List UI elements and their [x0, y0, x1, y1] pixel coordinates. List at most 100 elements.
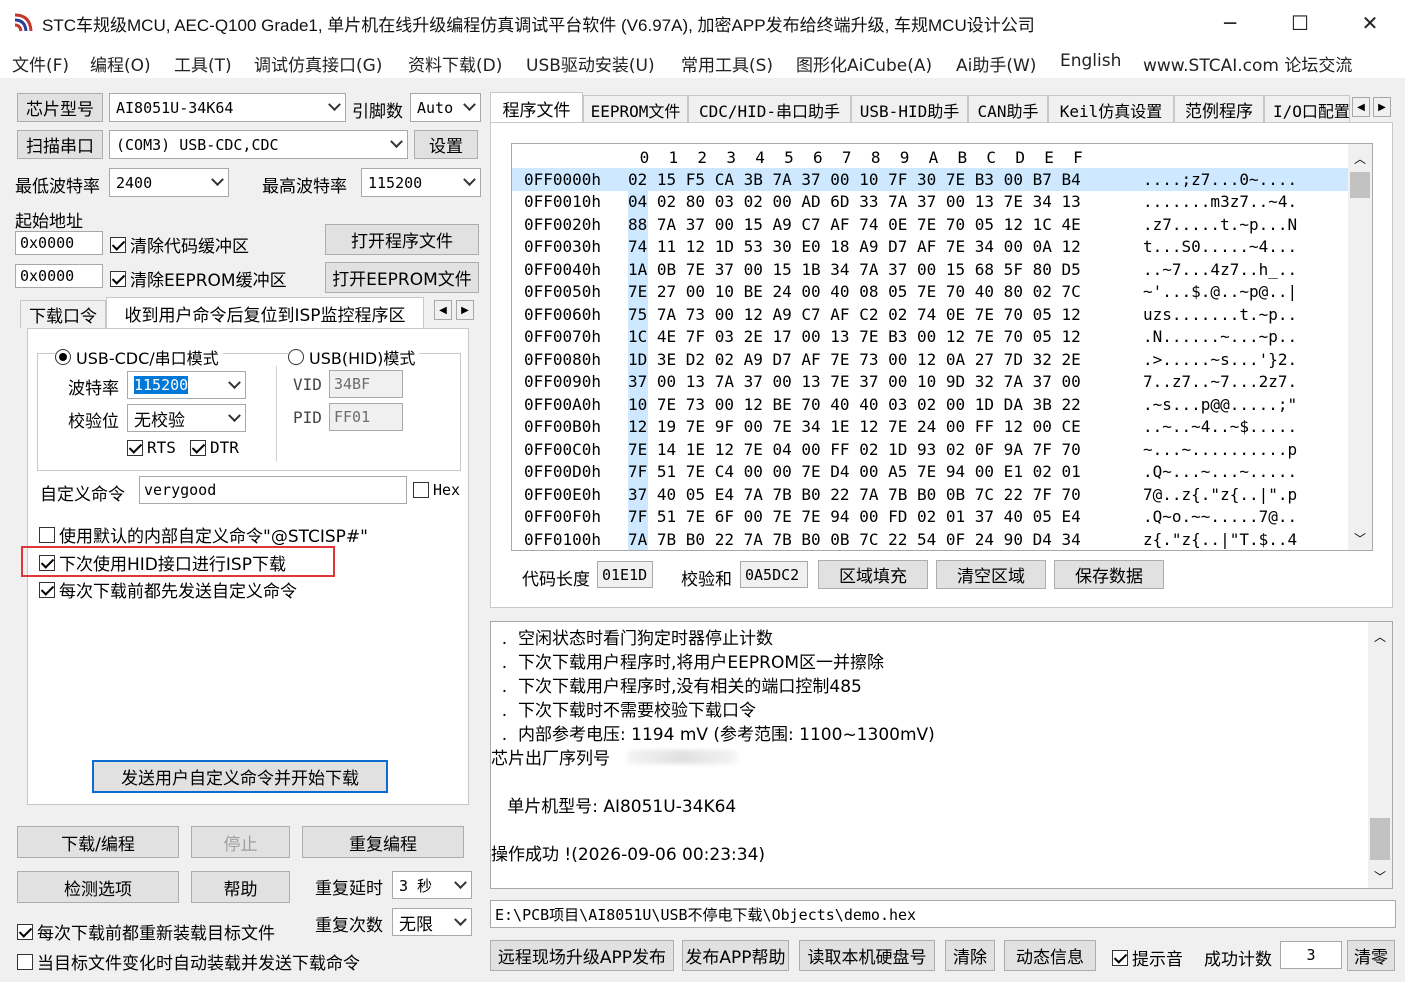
hex-row[interactable]: 0FF0030h 74 11 12 1D 53 30 E0 18 A9 D7 AF… [512, 236, 1348, 259]
tab-can[interactable]: CAN助手 [968, 95, 1048, 123]
maximize-button[interactable]: ☐ [1265, 0, 1335, 46]
hex-row[interactable]: 0FF00E0h 37 40 05 E4 7A 7B B0 22 7A 7B B0… [512, 483, 1348, 506]
send-before-download-checkbox[interactable]: 每次下载前都先发送自定义命令 [39, 577, 297, 602]
tab-program-file[interactable]: 程序文件 [490, 92, 583, 123]
rts-checkbox[interactable]: RTS [127, 438, 176, 457]
hid-mode-radio[interactable]: USB(HID)模式 [288, 345, 420, 369]
read-disk-id-button[interactable]: 读取本机硬盘号 [799, 940, 935, 971]
reset-count-button[interactable]: 清零 [1347, 940, 1395, 971]
min-baud-select[interactable]: 2400 [109, 168, 229, 197]
menu-usb-driver[interactable]: USB驱动安装(U) [526, 51, 655, 76]
code-address-input[interactable]: 0x0000 [15, 231, 103, 255]
chip-model-button[interactable]: 芯片型号 [17, 93, 103, 122]
chip-model-select[interactable]: AI8051U-34K64 [109, 93, 346, 122]
cdc-mode-radio[interactable]: USB-CDC/串口模式 [55, 345, 223, 369]
output-log[interactable]: . 空闲状态时看门狗定时器停止计数 . 下次下载用户程序时,将用户EEPROM区… [490, 621, 1393, 889]
tab-scroll-left-icon[interactable]: ◀ [434, 300, 452, 320]
scroll-down-icon[interactable]: ﹀ [1374, 868, 1386, 885]
hex-row[interactable]: 0FF0060h 75 7A 73 00 12 A9 C7 AF C2 02 74… [512, 303, 1348, 326]
tab-scroll-right-icon[interactable]: ▶ [1373, 97, 1391, 117]
repeat-program-button[interactable]: 重复编程 [302, 826, 464, 858]
hex-row[interactable]: 0FF0080h 1D 3E D2 02 A9 D7 AF 7E 73 00 12… [512, 348, 1348, 371]
menu-debug[interactable]: 调试仿真接口(G) [254, 51, 382, 76]
tab-eeprom-file[interactable]: EEPROM文件 [583, 95, 688, 123]
hex-row[interactable]: 0FF00B0h 12 19 7E 9F 00 7E 34 1E 12 7E 24… [512, 416, 1348, 439]
detect-options-button[interactable]: 检测选项 [17, 871, 179, 903]
auto-load-checkbox[interactable]: 当目标文件变化时自动装载并发送下载命令 [17, 949, 360, 974]
clear-area-button[interactable]: 清空区域 [936, 560, 1046, 589]
fill-area-button[interactable]: 区域填充 [818, 560, 928, 589]
menu-ai-assistant[interactable]: Ai助手(W) [956, 51, 1036, 76]
default-command-checkbox[interactable]: 使用默认的内部自定义命令"@STCISP#" [39, 522, 368, 547]
hex-row[interactable]: 0FF0000h 02 15 F5 CA 3B 7A 37 00 10 7F 30… [512, 168, 1348, 191]
tab-keil-sim[interactable]: Keil仿真设置 [1048, 95, 1174, 123]
menu-downloads[interactable]: 资料下载(D) [408, 51, 502, 76]
hex-row[interactable]: 0FF0090h 37 00 13 7A 37 00 13 7E 37 00 10… [512, 371, 1348, 394]
scroll-down-icon[interactable]: ﹀ [1354, 530, 1366, 547]
sound-checkbox[interactable]: 提示音 [1112, 945, 1183, 970]
download-program-button[interactable]: 下载/编程 [17, 826, 179, 858]
tab-scroll-left-icon[interactable]: ◀ [1352, 97, 1370, 117]
dynamic-info-button[interactable]: 动态信息 [1004, 940, 1096, 971]
repeat-delay-select[interactable]: 3 秒 [392, 871, 472, 899]
reload-target-checkbox[interactable]: 每次下载前都重新装载目标文件 [17, 919, 275, 944]
tab-download-password[interactable]: 下载口令 [20, 300, 106, 328]
menu-file[interactable]: 文件(F) [12, 51, 69, 76]
hex-row[interactable]: 0FF0070h 1C 4E 7F 03 2E 17 00 13 7E B3 00… [512, 326, 1348, 349]
repeat-count-select[interactable]: 无限 [392, 908, 472, 936]
menu-common-tools[interactable]: 常用工具(S) [681, 51, 773, 76]
hex-row[interactable]: 0FF00C0h 7E 14 1E 12 7E 04 00 FF 02 1D 93… [512, 438, 1348, 461]
pid-input[interactable]: FF01 [329, 403, 403, 431]
remote-upgrade-app-button[interactable]: 远程现场升级APP发布 [490, 940, 674, 971]
tab-io-config[interactable]: I/O口配置 [1264, 95, 1350, 123]
menu-program[interactable]: 编程(O) [90, 51, 151, 76]
hex-row[interactable]: 0FF0100h 7A 7B B0 22 7A 7B B0 0B 7C 22 54… [512, 528, 1348, 550]
title-bar[interactable]: STC车规级MCU, AEC-Q100 Grade1, 单片机在线升级编程仿真调… [0, 0, 1405, 46]
hex-row[interactable]: 0FF00D0h 7F 51 7E C4 00 00 7E D4 00 A5 7E… [512, 461, 1348, 484]
help-button[interactable]: 帮助 [191, 871, 290, 903]
menu-tools[interactable]: 工具(T) [174, 51, 232, 76]
port-select[interactable]: (COM3) USB-CDC,CDC [109, 130, 408, 159]
menu-english[interactable]: English [1060, 51, 1121, 71]
vid-input[interactable]: 34BF [329, 370, 403, 398]
hex-row[interactable]: 0FF0050h 7E 27 00 10 BE 24 00 40 08 05 7E… [512, 281, 1348, 304]
scroll-up-icon[interactable]: ︿ [1374, 628, 1386, 645]
pins-select[interactable]: Auto [410, 93, 481, 122]
save-data-button[interactable]: 保存数据 [1054, 560, 1164, 589]
open-eeprom-file-button[interactable]: 打开EEPROM文件 [325, 262, 479, 293]
max-baud-select[interactable]: 115200 [361, 168, 481, 197]
menu-aicube[interactable]: 图形化AiCube(A) [796, 51, 932, 76]
tab-usb-hid[interactable]: USB-HID助手 [851, 95, 968, 123]
stop-button[interactable]: 停止 [191, 826, 290, 858]
send-command-start-download-button[interactable]: 发送用户自定义命令并开始下载 [92, 760, 388, 793]
settings-button[interactable]: 设置 [414, 130, 478, 159]
tab-examples[interactable]: 范例程序 [1174, 95, 1264, 123]
hex-checkbox[interactable]: Hex [413, 481, 460, 499]
scroll-up-icon[interactable]: ︿ [1354, 150, 1366, 167]
tab-reset-to-isp[interactable]: 收到用户命令后复位到ISP监控程序区 [106, 297, 424, 328]
parity-select[interactable]: 无校验 [127, 404, 246, 432]
custom-command-input[interactable]: verygood [139, 476, 407, 504]
baud-select[interactable]: 115200 [127, 371, 246, 399]
menu-forum[interactable]: www.STCAI.com 论坛交流 [1143, 51, 1352, 76]
hex-row[interactable]: 0FF0010h 04 02 80 03 02 00 AD 6D 33 7A 37… [512, 191, 1348, 214]
tab-scroll-right-icon[interactable]: ▶ [456, 300, 474, 320]
hex-row[interactable]: 0FF0020h 88 7A 37 00 15 A9 C7 AF 74 0E 7E… [512, 213, 1348, 236]
clear-eeprom-checkbox[interactable]: 清除EEPROM缓冲区 [110, 266, 287, 291]
hex-row[interactable]: 0FF00F0h 7F 51 7E 6F 00 7E 7E 94 00 FD 02… [512, 506, 1348, 529]
scroll-thumb[interactable] [1350, 172, 1370, 198]
open-program-file-button[interactable]: 打开程序文件 [325, 224, 479, 255]
minimize-button[interactable]: ─ [1195, 0, 1265, 46]
scroll-thumb[interactable] [1370, 818, 1390, 860]
file-path-field[interactable]: E:\PCB项目\AI8051U\USB不停电下载\Objects\demo.h… [490, 900, 1396, 928]
hex-scrollbar[interactable]: ︿ ﹀ [1348, 144, 1372, 550]
app-help-button[interactable]: 发布APP帮助 [682, 940, 789, 971]
tab-cdc-hid-serial[interactable]: CDC/HID-串口助手 [688, 95, 851, 123]
eeprom-address-input[interactable]: 0x0000 [15, 264, 103, 288]
log-scrollbar[interactable]: ︿ ﹀ [1368, 622, 1392, 888]
dtr-checkbox[interactable]: DTR [190, 438, 239, 457]
hex-row[interactable]: 0FF00A0h 10 7E 73 00 12 BE 70 40 40 03 02… [512, 393, 1348, 416]
hex-viewer[interactable]: 0 1 2 3 4 5 6 7 8 9 A B C D E F 0FF0000h… [511, 143, 1373, 551]
hex-row[interactable]: 0FF0040h 1A 0B 7E 37 00 15 1B 34 7A 37 00… [512, 258, 1348, 281]
close-button[interactable]: ✕ [1335, 0, 1405, 46]
